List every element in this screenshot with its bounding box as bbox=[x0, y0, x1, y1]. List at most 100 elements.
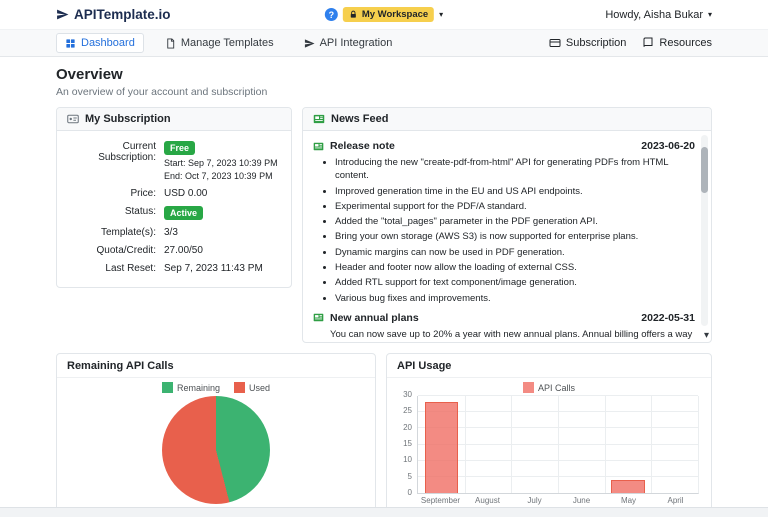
legend-swatch bbox=[161, 382, 173, 393]
my-subscription-header: My Subscription bbox=[57, 108, 291, 131]
y-tick-label: 0 bbox=[407, 488, 412, 497]
news-item-title: New annual plans bbox=[330, 311, 419, 324]
y-tick-label: 10 bbox=[403, 455, 412, 465]
news-bullet: Improved generation time in the EU and U… bbox=[335, 185, 695, 198]
legend-label: Used bbox=[249, 382, 271, 393]
bar-plot-wrap: 0 5 10 15 20 25 30 bbox=[395, 391, 703, 497]
tab-api-integration[interactable]: API Integration bbox=[295, 33, 402, 53]
top-header: APITemplate.io ? My Workspace ▾ Howdy, A… bbox=[0, 0, 768, 30]
legend-item-used[interactable]: Used bbox=[234, 382, 270, 393]
brand-logo[interactable]: APITemplate.io bbox=[56, 7, 171, 22]
field-value: 3/3 bbox=[164, 227, 178, 238]
scrollbar-thumb[interactable] bbox=[701, 147, 708, 193]
status-badge: Active bbox=[164, 206, 204, 220]
remaining-api-calls-pie bbox=[162, 396, 270, 504]
pie-legend: Remaining Used bbox=[161, 382, 270, 393]
tab-label: Manage Templates bbox=[180, 37, 274, 49]
news-bullet: Added the "total_pages" parameter in the… bbox=[335, 215, 695, 228]
nav-link-label: Resources bbox=[659, 37, 712, 49]
news-paragraph: You can now save up to 20% a year with n… bbox=[330, 328, 695, 342]
my-subscription-card: My Subscription Current Subscription: Fr… bbox=[56, 107, 292, 288]
bar-column bbox=[465, 396, 512, 493]
y-tick-label: 5 bbox=[407, 471, 412, 481]
legend-swatch bbox=[234, 382, 245, 393]
scrollbar-track[interactable] bbox=[701, 135, 708, 326]
bar-column bbox=[651, 396, 698, 493]
x-axis-label: September bbox=[420, 496, 461, 505]
subscription-end: End: Oct 7, 2023 10:39 PM bbox=[164, 171, 273, 181]
bar-september bbox=[424, 402, 459, 493]
subscription-start: Start: Sep 7, 2023 10:39 PM bbox=[164, 158, 278, 168]
field-value: 27.00/50 bbox=[164, 245, 203, 256]
newspaper-icon bbox=[313, 142, 324, 150]
news-feed-body[interactable]: Release note 2023-06-20 Introducing the … bbox=[303, 131, 711, 342]
bar-plot bbox=[417, 395, 699, 494]
news-item: New annual plans 2022-05-31 You can now … bbox=[313, 312, 695, 342]
news-bullet-list: Introducing the new "create-pdf-from-htm… bbox=[335, 156, 695, 305]
bottom-row: Remaining API Calls Remaining Used API Us… bbox=[56, 353, 712, 511]
main-nav: Dashboard Manage Templates API Integrati… bbox=[0, 30, 768, 57]
brand-name: APITemplate.io bbox=[74, 7, 171, 22]
page-footer bbox=[0, 507, 768, 517]
help-icon[interactable]: ? bbox=[324, 8, 338, 21]
user-greeting: Howdy, Aisha Bukar bbox=[605, 8, 703, 21]
scroll-down-arrow[interactable]: ▾ bbox=[704, 330, 709, 342]
templates-row: Template(s): 3/3 bbox=[65, 227, 283, 238]
legend-item-remaining[interactable]: Remaining bbox=[161, 382, 220, 393]
bar-column bbox=[605, 396, 652, 493]
workspace-badge[interactable]: My Workspace bbox=[342, 7, 435, 22]
field-value: USD 0.00 bbox=[164, 188, 208, 199]
legend-label: API Calls bbox=[537, 382, 575, 393]
chevron-down-icon: ▾ bbox=[439, 10, 444, 19]
nav-subscription[interactable]: Subscription bbox=[549, 37, 626, 49]
bar-x-labels: September August July June May April bbox=[417, 494, 703, 507]
credit-card-icon bbox=[549, 39, 561, 47]
user-menu[interactable]: Howdy, Aisha Bukar ▾ bbox=[605, 9, 712, 21]
bar-chart-title: API Usage bbox=[387, 354, 711, 378]
news-item-date: 2022-05-31 bbox=[641, 311, 695, 324]
bar-legend: API Calls bbox=[395, 382, 703, 393]
pie-chart-body: Remaining Used bbox=[57, 378, 375, 510]
nav-resources[interactable]: Resources bbox=[642, 37, 712, 49]
file-icon bbox=[167, 37, 174, 49]
nav-tabs: Dashboard Manage Templates API Integrati… bbox=[56, 33, 401, 53]
news-bullet: Bring your own storage (AWS S3) is now s… bbox=[335, 230, 695, 243]
legend-label: Remaining bbox=[176, 382, 220, 393]
current-subscription-row: Current Subscription: Free Start: Sep 7,… bbox=[65, 141, 283, 181]
chevron-down-icon: ▾ bbox=[707, 10, 712, 19]
y-tick-label: 20 bbox=[403, 422, 412, 432]
field-value: Active bbox=[164, 206, 283, 220]
tab-dashboard[interactable]: Dashboard bbox=[56, 33, 144, 53]
tab-manage-templates[interactable]: Manage Templates bbox=[156, 33, 283, 53]
news-item-head: New annual plans 2022-05-31 bbox=[313, 312, 695, 324]
my-subscription-body: Current Subscription: Free Start: Sep 7,… bbox=[57, 131, 291, 287]
bar-may bbox=[611, 480, 645, 493]
x-axis-label: April bbox=[667, 496, 684, 505]
remaining-api-calls-card: Remaining API Calls Remaining Used bbox=[56, 353, 376, 511]
news-bullet: Various bug fixes and improvements. bbox=[335, 292, 695, 305]
news-text: You can now save up to 20% a year with n… bbox=[330, 328, 693, 340]
field-label: Price: bbox=[130, 188, 156, 199]
news-bullet: Header and footer now allow the loading … bbox=[335, 261, 695, 274]
field-label: Template(s): bbox=[100, 227, 156, 238]
tab-label: Dashboard bbox=[81, 37, 135, 49]
workspace-switcher[interactable]: ? My Workspace ▾ bbox=[324, 7, 444, 22]
top-row: My Subscription Current Subscription: Fr… bbox=[56, 107, 712, 343]
legend-item-api-calls[interactable]: API Calls bbox=[522, 382, 575, 393]
pie-chart-title: Remaining API Calls bbox=[57, 354, 375, 378]
y-tick-label: 25 bbox=[403, 406, 412, 416]
id-card-icon bbox=[67, 114, 79, 124]
bar-chart-body: API Calls 0 5 10 15 20 25 30 September August Ju… bbox=[387, 378, 711, 510]
field-label: Last Reset: bbox=[105, 263, 156, 274]
field-value: Sep 7, 2023 11:43 PM bbox=[164, 263, 263, 274]
dashboard-grid-icon bbox=[66, 38, 75, 48]
price-row: Price: USD 0.00 bbox=[65, 188, 283, 199]
nav-links: Subscription Resources bbox=[549, 37, 712, 49]
field-label: Current Subscription: bbox=[98, 141, 156, 163]
newspaper-icon bbox=[313, 314, 324, 322]
quota-row: Quota/Credit: 27.00/50 bbox=[65, 245, 283, 256]
x-axis-label: July bbox=[527, 496, 542, 505]
field-label: Status: bbox=[124, 206, 156, 217]
card-title: My Subscription bbox=[85, 113, 171, 125]
bar-columns bbox=[418, 396, 698, 493]
